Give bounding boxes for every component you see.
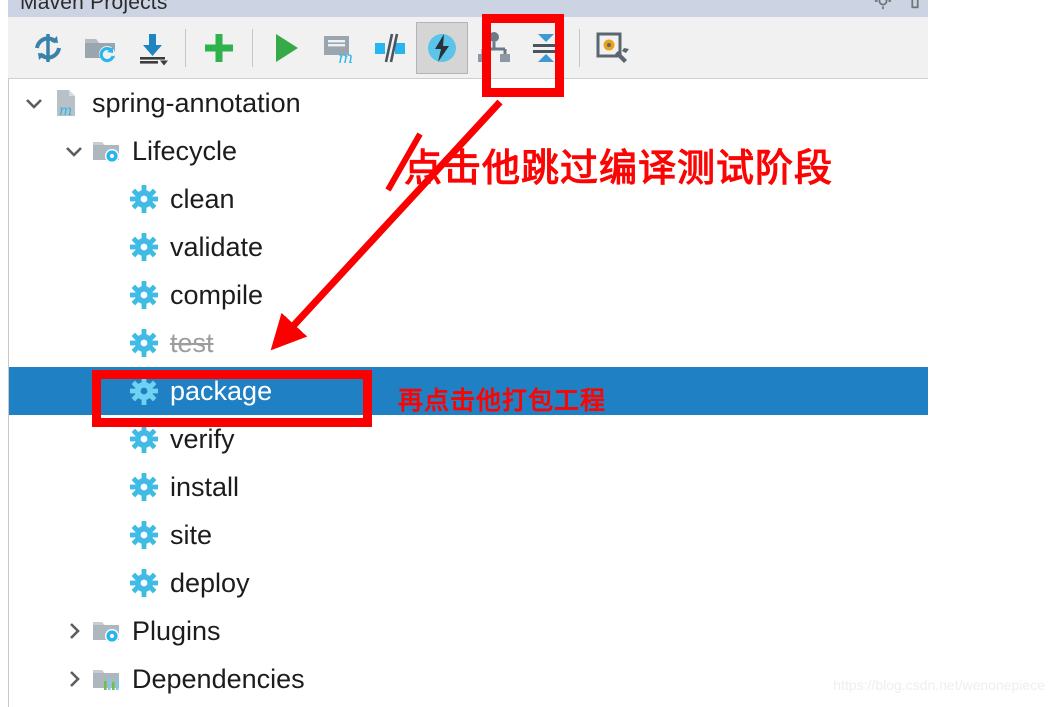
- execute-maven-goal-button[interactable]: m: [312, 22, 364, 74]
- gear-icon: [127, 518, 161, 552]
- maven-module-icon: m: [49, 86, 83, 120]
- tree-row[interactable]: compile: [9, 271, 928, 319]
- tool-window-titlebar: Maven Projects: [8, 0, 928, 18]
- chevron-right-icon[interactable]: [59, 664, 89, 694]
- folder-gear-icon: [89, 134, 123, 168]
- toolbar-separator: [579, 28, 580, 67]
- folder-bars-icon: [89, 662, 123, 696]
- gear-icon: [127, 326, 161, 360]
- reimport-all-maven-projects-button[interactable]: [22, 22, 74, 74]
- gear-icon: [127, 374, 161, 408]
- hierarchy-tree-icon: [478, 31, 510, 62]
- maven-projects-tree: m spring-annotation Lifecycle clean vali…: [8, 79, 928, 707]
- gear-icon: [127, 182, 161, 216]
- tree-row[interactable]: Lifecycle: [9, 127, 928, 175]
- tree-row[interactable]: install: [9, 463, 928, 511]
- tree-row[interactable]: validate: [9, 223, 928, 271]
- collapse-all-icon: [533, 33, 559, 62]
- toolbar-separator: [252, 28, 253, 67]
- tree-item-label: site: [170, 519, 213, 550]
- gear-icon: [127, 470, 161, 504]
- offline-icon: [375, 33, 405, 62]
- tree-item-label: clean: [170, 183, 235, 214]
- maven-settings-button[interactable]: [587, 22, 639, 74]
- tree-item-label: Plugins: [132, 615, 221, 646]
- gear-icon: [127, 230, 161, 264]
- tree-item-label: Lifecycle: [132, 135, 238, 166]
- svg-text:m: m: [338, 48, 353, 66]
- titlebar-icon-group: [874, 0, 924, 10]
- tree-row[interactable]: Dependencies: [9, 655, 928, 703]
- tree-row[interactable]: deploy: [9, 559, 928, 607]
- tree-row[interactable]: test: [9, 319, 928, 367]
- tree-row[interactable]: verify: [9, 415, 928, 463]
- tree-item-label: Dependencies: [132, 663, 305, 694]
- settings-gear-icon[interactable]: [874, 0, 892, 10]
- tree-item-label: test: [170, 327, 214, 358]
- folder-refresh-icon: [85, 38, 115, 62]
- m-console-icon: m: [324, 35, 353, 66]
- maven-toolbar: m: [8, 17, 928, 79]
- chevron-down-icon[interactable]: [59, 136, 89, 166]
- gear-icon: [127, 422, 161, 456]
- tree-row[interactable]: Plugins: [9, 607, 928, 655]
- page-title: Maven Projects: [20, 0, 168, 14]
- tree-row[interactable]: clean: [9, 175, 928, 223]
- tree-row[interactable]: m spring-annotation: [9, 79, 928, 127]
- refresh-sync-icon: [35, 33, 61, 62]
- tree-row[interactable]: package: [9, 367, 928, 415]
- gear-icon: [127, 278, 161, 312]
- tree-item-label: package: [170, 375, 273, 406]
- settings-wrench-icon: [596, 32, 629, 63]
- toggle-offline-mode-button[interactable]: [364, 22, 416, 74]
- skip-tests-button[interactable]: [416, 21, 468, 74]
- show-dependencies-button[interactable]: [468, 22, 520, 74]
- tree-item-label: deploy: [170, 567, 250, 598]
- toolbar-separator: [185, 28, 186, 67]
- tree-item-label: compile: [170, 279, 264, 310]
- lightning-bolt-icon: [428, 33, 456, 62]
- add-maven-projects-button[interactable]: [193, 22, 245, 74]
- gear-icon: [127, 566, 161, 600]
- plus-icon: [205, 33, 233, 62]
- generate-sources-button[interactable]: [74, 22, 126, 74]
- tree-item-label: spring-annotation: [92, 87, 301, 118]
- download-icon: [140, 33, 168, 65]
- chevron-right-icon[interactable]: [59, 616, 89, 646]
- collapse-all-button[interactable]: [520, 22, 572, 74]
- tree-item-label: validate: [170, 231, 264, 262]
- maven-projects-tool-window: Maven Projects m m spring-annotation Lif…: [0, 0, 1053, 707]
- run-maven-build-button[interactable]: [260, 22, 312, 74]
- tree-row[interactable]: site: [9, 511, 928, 559]
- download-sources-button[interactable]: [126, 22, 178, 74]
- collapse-window-icon[interactable]: [906, 0, 924, 10]
- tree-item-label: verify: [170, 423, 235, 454]
- svg-text:m: m: [59, 103, 72, 118]
- tree-item-label: install: [170, 471, 240, 502]
- play-icon: [276, 33, 298, 62]
- folder-gear-icon: [89, 614, 123, 648]
- chevron-down-icon[interactable]: [19, 88, 49, 118]
